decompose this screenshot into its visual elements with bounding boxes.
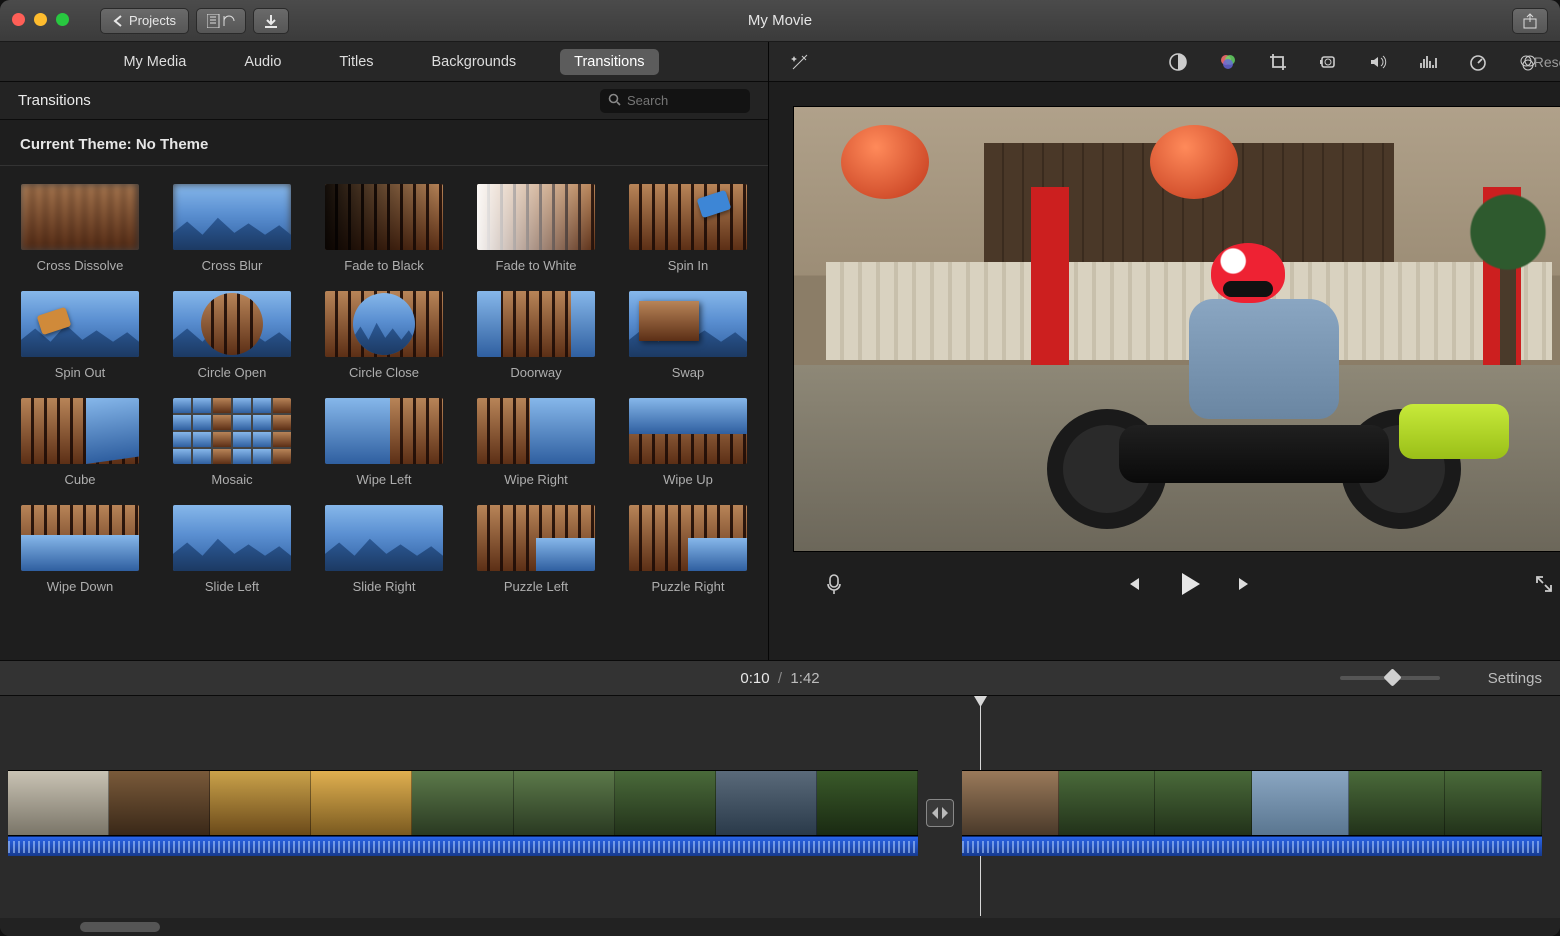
transition-circle-close[interactable]: Circle Close	[324, 291, 444, 380]
noise-icon[interactable]	[1417, 51, 1439, 73]
theme-label: Current Theme: No Theme	[0, 120, 768, 166]
tab-transitions[interactable]: Transitions	[560, 49, 658, 75]
upper-area: My Media Audio Titles Backgrounds Transition…	[0, 42, 1560, 660]
transition-puzzle-right[interactable]: Puzzle Right	[628, 505, 748, 594]
share-button[interactable]	[1512, 8, 1548, 34]
clip-2-audio[interactable]	[962, 836, 1542, 856]
minimize-window-button[interactable]	[34, 13, 47, 26]
transition-circle-open[interactable]: Circle Open	[172, 291, 292, 380]
reset-all-button[interactable]: Reset All	[1534, 54, 1560, 70]
transition-spin-in[interactable]: Spin In	[628, 184, 748, 273]
transition-slide-right[interactable]: Slide Right	[324, 505, 444, 594]
transition-label: Puzzle Right	[652, 579, 725, 594]
transition-icon[interactable]	[926, 799, 954, 827]
color-correction-icon[interactable]	[1217, 51, 1239, 73]
color-balance-icon[interactable]	[1167, 51, 1189, 73]
transition-wipe-down[interactable]: Wipe Down	[20, 505, 140, 594]
zoom-slider[interactable]	[1340, 676, 1440, 680]
timeline[interactable]	[0, 696, 1560, 936]
transition-label: Slide Left	[205, 579, 259, 594]
transition-label: Fade to White	[496, 258, 577, 273]
transition-cube[interactable]: Cube	[20, 398, 140, 487]
library-toggle-button[interactable]	[196, 8, 246, 34]
transition-label: Cross Blur	[202, 258, 263, 273]
transition-wipe-left[interactable]: Wipe Left	[324, 398, 444, 487]
timeline-settings-button[interactable]: Settings	[1488, 670, 1542, 687]
transition-mosaic[interactable]: Mosaic	[172, 398, 292, 487]
transition-swap[interactable]: Swap	[628, 291, 748, 380]
clip-1-audio[interactable]	[8, 836, 918, 856]
transition-label: Wipe Right	[504, 472, 568, 487]
viewer-pane: Reset All	[769, 42, 1560, 660]
tab-audio[interactable]: Audio	[230, 49, 295, 75]
fullscreen-icon[interactable]	[1533, 573, 1555, 595]
prev-clip-button[interactable]	[1122, 573, 1144, 595]
video-track[interactable]	[8, 770, 1542, 856]
stabilize-icon[interactable]	[1317, 51, 1339, 73]
transition-label: Cube	[64, 472, 95, 487]
current-time: 0:10	[740, 670, 769, 687]
transition-wipe-up[interactable]: Wipe Up	[628, 398, 748, 487]
preview-frame[interactable]	[793, 106, 1560, 552]
crop-icon[interactable]	[1267, 51, 1289, 73]
titlebar: Projects My Movie	[0, 0, 1560, 42]
transition-fade-to-white[interactable]: Fade to White	[476, 184, 596, 273]
transition-spin-out[interactable]: Spin Out	[20, 291, 140, 380]
transition-label: Spin In	[668, 258, 708, 273]
transition-label: Wipe Down	[47, 579, 113, 594]
transition-label: Mosaic	[211, 472, 252, 487]
search-icon	[608, 93, 621, 109]
transition-label: Swap	[672, 365, 705, 380]
search-field[interactable]	[600, 89, 750, 113]
browser-tabs: My Media Audio Titles Backgrounds Transition…	[0, 42, 768, 82]
transition-doorway[interactable]: Doorway	[476, 291, 596, 380]
transition-puzzle-left[interactable]: Puzzle Left	[476, 505, 596, 594]
playback-bar	[793, 552, 1560, 616]
play-button[interactable]	[1178, 573, 1200, 595]
window-controls	[12, 13, 69, 26]
timeline-scrollbar[interactable]	[0, 918, 1560, 936]
transition-wipe-right[interactable]: Wipe Right	[476, 398, 596, 487]
browser-pane: My Media Audio Titles Backgrounds Transition…	[0, 42, 769, 660]
transition-label: Puzzle Left	[504, 579, 568, 594]
next-clip-button[interactable]	[1234, 573, 1256, 595]
total-time: 1:42	[790, 670, 819, 687]
tab-my-media[interactable]: My Media	[109, 49, 200, 75]
volume-icon[interactable]	[1367, 51, 1389, 73]
transition-label: Wipe Up	[663, 472, 713, 487]
video-viewer	[769, 82, 1560, 660]
voiceover-icon[interactable]	[823, 573, 845, 595]
transition-label: Slide Right	[353, 579, 416, 594]
tab-backgrounds[interactable]: Backgrounds	[418, 49, 531, 75]
fullscreen-window-button[interactable]	[56, 13, 69, 26]
app-window: Projects My Movie My Media Audio Titles Bac…	[0, 0, 1560, 936]
window-title: My Movie	[748, 12, 812, 29]
import-button[interactable]	[253, 8, 289, 34]
transition-label: Circle Close	[349, 365, 419, 380]
transition-label: Doorway	[510, 365, 561, 380]
transition-cross-dissolve[interactable]: Cross Dissolve	[20, 184, 140, 273]
transition-label: Circle Open	[198, 365, 267, 380]
clip-2[interactable]	[962, 770, 1542, 856]
speed-icon[interactable]	[1467, 51, 1489, 73]
close-window-button[interactable]	[12, 13, 25, 26]
browser-subheader: Transitions	[0, 82, 768, 120]
tab-titles[interactable]: Titles	[325, 49, 387, 75]
viewer-toolbar: Reset All	[769, 42, 1560, 82]
clip-1[interactable]	[8, 770, 918, 856]
transition-label: Cross Dissolve	[37, 258, 124, 273]
time-row: 0:10 / 1:42 Settings	[0, 660, 1560, 696]
transition-label: Spin Out	[55, 365, 106, 380]
transition-label: Fade to Black	[344, 258, 424, 273]
transition-fade-to-black[interactable]: Fade to Black	[324, 184, 444, 273]
transitions-grid: Cross Dissolve Cross Blur Fade to Black Fad…	[0, 166, 768, 612]
projects-back-button[interactable]: Projects	[100, 8, 189, 34]
transition-cross-blur[interactable]: Cross Blur	[172, 184, 292, 273]
transition-label: Wipe Left	[357, 472, 412, 487]
browser-section-title: Transitions	[18, 92, 91, 109]
transition-slide-left[interactable]: Slide Left	[172, 505, 292, 594]
enhance-icon[interactable]	[789, 51, 811, 73]
projects-label: Projects	[129, 13, 176, 28]
